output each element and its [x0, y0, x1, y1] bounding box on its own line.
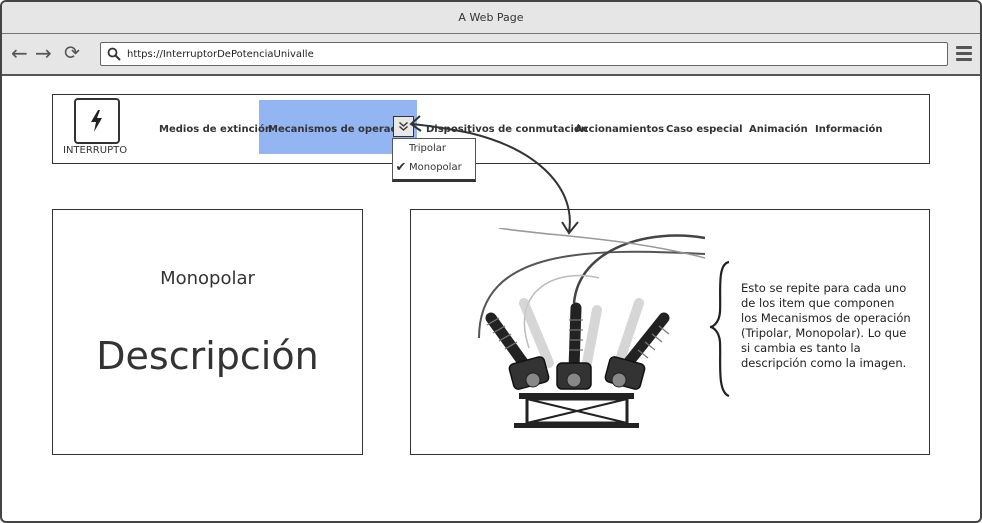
nav-item-medios-de-extincion[interactable]: Medios de extinción [159, 95, 272, 163]
dropdown-item-tripolar[interactable]: Tripolar [393, 139, 475, 158]
nav-item-caso-especial[interactable]: Caso especial [666, 95, 743, 163]
dropdown-item-monopolar[interactable]: ✔ Monopolar [393, 158, 475, 177]
annotation-note: Esto se repite para cada uno de los item… [741, 281, 911, 370]
back-icon[interactable]: ← [11, 40, 28, 66]
checkmark-icon: ✔ [395, 160, 407, 175]
window-titlebar: A Web Page [2, 2, 980, 34]
dropdown-toggle[interactable] [393, 116, 414, 137]
site-header: INTERRUPTO Medios de extinción Mecanismo… [52, 94, 930, 164]
hamburger-menu-icon[interactable] [956, 46, 972, 61]
nav-item-animacion[interactable]: Animación [749, 95, 808, 163]
chevron-down-icon [398, 117, 409, 136]
address-bar[interactable]: https://InterruptorDePotenciaUnivalle [100, 42, 948, 66]
nav-item-accionamientos[interactable]: Accionamientos [575, 95, 664, 163]
image-panel: Esto se repite para cada uno de los item… [410, 209, 930, 455]
lightning-bolt-icon[interactable] [74, 98, 120, 144]
dropdown-item-label: Monopolar [409, 162, 462, 173]
browser-toolbar: ← → ⟳ https://InterruptorDePotenciaUniva… [2, 34, 980, 76]
url-text: https://InterruptorDePotenciaUnivalle [127, 48, 314, 60]
description-panel: Monopolar Descripción [52, 209, 363, 455]
circuit-breaker-image [478, 228, 706, 428]
panel-title: Descripción [96, 334, 319, 378]
logo-text: INTERRUPTO [63, 145, 128, 156]
forward-icon[interactable]: → [35, 40, 52, 66]
window-title: A Web Page [458, 11, 524, 24]
dropdown-menu: Tripolar ✔ Monopolar [392, 138, 476, 182]
nav-item-informacion[interactable]: Información [815, 95, 883, 163]
panel-subtitle: Monopolar [160, 268, 255, 289]
search-icon [101, 47, 127, 61]
dropdown-item-label: Tripolar [409, 143, 447, 154]
reload-icon[interactable]: ⟳ [64, 40, 80, 66]
